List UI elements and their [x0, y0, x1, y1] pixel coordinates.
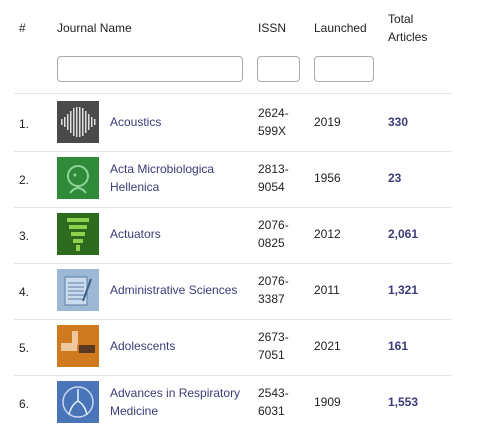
header-total-line1: Total	[388, 12, 414, 26]
acoustics-sound-wave-icon[interactable]	[57, 101, 99, 143]
launched-year: 2011	[314, 283, 340, 297]
header-divider	[14, 93, 452, 94]
journal-name-link[interactable]: Administrative Sciences	[110, 281, 250, 299]
issn-filter-input[interactable]	[257, 56, 300, 82]
issn-value: 2813- 9054	[258, 162, 289, 194]
launched-year: 1956	[314, 171, 341, 185]
respiratory-lungs-icon[interactable]	[57, 381, 99, 423]
total-articles-value[interactable]: 161	[388, 337, 408, 355]
total-articles-value[interactable]: 1,553	[388, 393, 418, 411]
header-total-line2: Articles	[388, 30, 428, 44]
issn-value: 2543- 6031	[258, 386, 289, 418]
header-index: #	[19, 21, 26, 35]
total-articles-value[interactable]: 330	[388, 113, 408, 131]
issn-value: 2076- 0825	[258, 218, 289, 250]
journal-name-link[interactable]: Acoustics	[110, 113, 250, 131]
row-number: 4.	[19, 285, 30, 299]
journal-name-filter-input[interactable]	[57, 56, 243, 82]
table-row: 5. Adolescents 2673- 7051 2021 161	[0, 320, 483, 376]
issn-value: 2076- 3387	[258, 274, 289, 306]
row-number: 3.	[19, 229, 30, 243]
issn-value: 2624- 599X	[258, 106, 289, 138]
journal-name-link[interactable]: Acta Microbiologica Hellenica	[110, 160, 250, 196]
row-number: 6.	[19, 397, 30, 411]
launched-year: 2019	[314, 115, 341, 129]
launched-filter-input[interactable]	[314, 56, 374, 82]
microbiology-bust-icon[interactable]	[57, 157, 99, 199]
actuators-spring-icon[interactable]	[57, 213, 99, 255]
table-row: 3. Actuators 2076- 0825 2012 2,061	[0, 208, 483, 264]
header-total-articles[interactable]: Total Articles	[388, 10, 427, 46]
journal-name-link[interactable]: Adolescents	[110, 337, 250, 355]
row-number: 1.	[19, 117, 30, 131]
launched-year: 2012	[314, 227, 341, 241]
journal-name-link[interactable]: Actuators	[110, 225, 250, 243]
table-row: 4. Administrative Sciences 2076- 3387 2011 1,…	[0, 264, 483, 320]
total-articles-value[interactable]: 23	[388, 169, 401, 187]
row-number: 5.	[19, 341, 30, 355]
administrative-document-icon[interactable]	[57, 269, 99, 311]
row-number: 2.	[19, 173, 30, 187]
total-articles-value[interactable]: 1,321	[388, 281, 418, 299]
launched-year: 1909	[314, 395, 341, 409]
adolescents-hands-icon[interactable]	[57, 325, 99, 367]
launched-year: 2021	[314, 339, 341, 353]
header-launched[interactable]: Launched	[314, 19, 367, 37]
header-issn[interactable]: ISSN	[258, 19, 286, 37]
total-articles-value[interactable]: 2,061	[388, 225, 418, 243]
table-row: 2. Acta Microbiologica Hellenica 2813- 9054 1…	[0, 152, 483, 208]
issn-value: 2673- 7051	[258, 330, 289, 362]
table-row: 1. Acoustics 2624- 599X 2019 330	[0, 96, 483, 152]
journal-name-link[interactable]: Advances in Respiratory Medicine	[110, 384, 250, 420]
header-journal-name[interactable]: Journal Name	[57, 19, 132, 37]
table-row: 6. Advances in Respiratory Medicine 2543- 60…	[0, 376, 483, 432]
